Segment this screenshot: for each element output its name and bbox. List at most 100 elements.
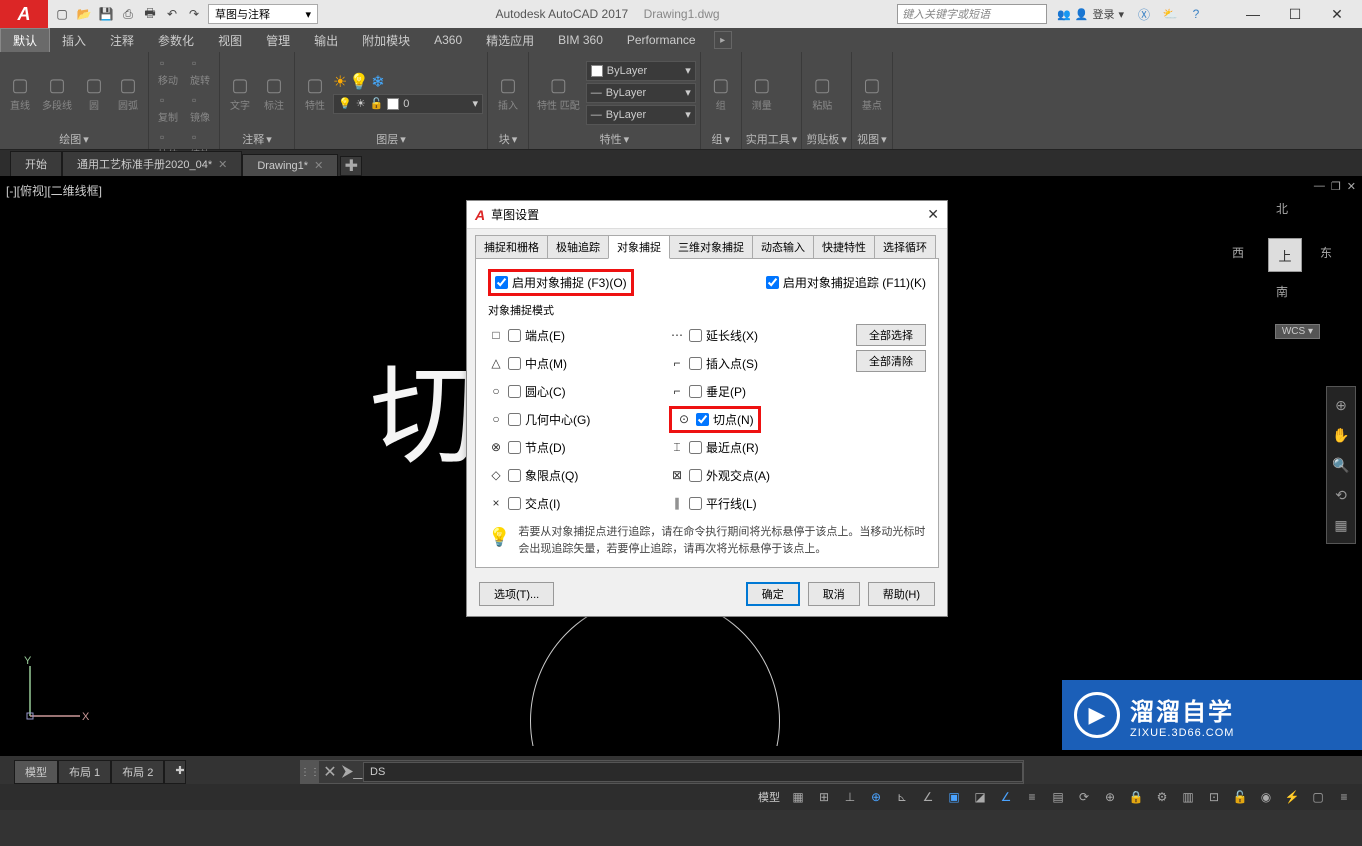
workspace-icon[interactable]: ⚙	[1150, 786, 1174, 808]
ribbon-panel-title[interactable]: 实用工具 ▾	[746, 131, 798, 147]
clear-all-button[interactable]: 全部清除	[856, 350, 926, 372]
snap-checkbox[interactable]: ⌐插入点(S)	[669, 355, 758, 372]
transparency-icon[interactable]: ▤	[1046, 786, 1070, 808]
dialog-tab-2[interactable]: 对象捕捉	[608, 235, 670, 259]
customize-icon[interactable]: ≡	[1332, 786, 1356, 808]
qat-redo-icon[interactable]: ↷	[184, 4, 204, 24]
ribbon-panel-title[interactable]: 组 ▾	[705, 131, 737, 147]
orbit-icon[interactable]: ⟲	[1329, 483, 1353, 507]
dialog-tab-1[interactable]: 极轴追踪	[547, 235, 609, 259]
cmd-handle-icon[interactable]: ⋮⋮	[301, 761, 319, 783]
layer-dropdown[interactable]: 💡☀🔓0▾	[333, 94, 483, 114]
doc-min-icon[interactable]: —	[1314, 180, 1325, 193]
menu-tab-0[interactable]: 默认	[0, 28, 50, 52]
lineweight-icon[interactable]: ≡	[1020, 786, 1044, 808]
file-tab-1[interactable]: 通用工艺标准手册2020_04*✕	[62, 151, 242, 176]
ribbon-panel-title[interactable]: 特性 ▾	[533, 131, 696, 147]
menu-tab-5[interactable]: 管理	[254, 28, 302, 52]
app-logo[interactable]: A	[0, 0, 48, 28]
ribbon-panel-title[interactable]: 块 ▾	[492, 131, 524, 147]
polar-icon[interactable]: ∠	[916, 786, 940, 808]
isolate-icon[interactable]: ◉	[1254, 786, 1278, 808]
snap-checkbox[interactable]: ⊠外观交点(A)	[669, 467, 770, 484]
snap-checkbox[interactable]: ○几何中心(G)	[488, 411, 590, 428]
viewcube-w[interactable]: 西	[1232, 244, 1244, 261]
osnap-icon[interactable]: ▣	[942, 786, 966, 808]
fullnav-icon[interactable]: ⊕	[1329, 393, 1353, 417]
grid-icon[interactable]: ▦	[786, 786, 810, 808]
ribbon-panel-title[interactable]: 视图 ▾	[856, 131, 888, 147]
snap-checkbox[interactable]: ⌐垂足(P)	[669, 383, 746, 400]
layout-tab-2[interactable]: 布局 2	[111, 760, 164, 784]
ribbon-btn[interactable]: ▢圆	[78, 59, 110, 127]
viewcube[interactable]: 北 南 东 西 上	[1232, 200, 1332, 300]
help-button[interactable]: 帮助(H)	[868, 582, 935, 606]
help-icon[interactable]: ?	[1186, 4, 1206, 24]
ribbon-btn[interactable]: ▢特性	[299, 59, 331, 127]
snap-checkbox[interactable]: ⋯延长线(X)	[669, 327, 758, 344]
menu-tab-2[interactable]: 注释	[98, 28, 146, 52]
login-button[interactable]: 👥 👤 登录 ▾	[1053, 6, 1128, 22]
snap-checkbox[interactable]: ⊗节点(D)	[488, 439, 566, 456]
infer-icon[interactable]: ⊥	[838, 786, 862, 808]
status-model[interactable]: 模型	[754, 789, 784, 805]
viewcube-face[interactable]: 上	[1268, 238, 1302, 272]
snap-checkbox[interactable]: ⌶最近点(R)	[669, 439, 759, 456]
menu-tab-11[interactable]: Performance	[615, 28, 708, 52]
viewcube-n[interactable]: 北	[1276, 200, 1288, 217]
ribbon-btn[interactable]: ▫移动	[153, 54, 183, 89]
file-tab-0[interactable]: 开始	[10, 151, 62, 176]
annoscale-icon[interactable]: 🔒	[1124, 786, 1148, 808]
command-input[interactable]: DS	[363, 762, 1023, 782]
close-button[interactable]: ✕	[1316, 2, 1358, 26]
ribbon-btn[interactable]: ▢直线	[4, 59, 36, 127]
lockui-icon[interactable]: 🔓	[1228, 786, 1252, 808]
maximize-button[interactable]: ☐	[1274, 2, 1316, 26]
units-icon[interactable]: ▥	[1176, 786, 1200, 808]
new-tab-button[interactable]: ✚	[340, 156, 362, 176]
qat-save-icon[interactable]: 💾	[96, 4, 116, 24]
cmd-recent-icon[interactable]: ⮞_	[341, 763, 363, 781]
menu-tab-6[interactable]: 输出	[302, 28, 350, 52]
ribbon-btn[interactable]: ▢组	[705, 59, 737, 127]
pan-icon[interactable]: ✋	[1329, 423, 1353, 447]
showmotion-icon[interactable]: ▦	[1329, 513, 1353, 537]
ribbon-panel-title[interactable]: 绘图 ▾	[4, 131, 144, 147]
ribbon-btn[interactable]: ▢插入	[492, 59, 524, 127]
qat-undo-icon[interactable]: ↶	[162, 4, 182, 24]
zoom-icon[interactable]: 🔍	[1329, 453, 1353, 477]
cmd-close-icon[interactable]: ✕	[319, 762, 341, 782]
ucs-icon[interactable]: Y X	[20, 656, 90, 726]
options-button[interactable]: 选项(T)...	[479, 582, 554, 606]
dynamic-input-icon[interactable]: ⊕	[864, 786, 888, 808]
ribbon-btn[interactable]: ▢测量	[746, 59, 778, 127]
qat-saveas-icon[interactable]: ⎙	[118, 4, 138, 24]
ribbon-btn[interactable]: ▫旋转	[185, 54, 215, 89]
ribbon-btn[interactable]: ▫复制	[153, 91, 183, 126]
viewcube-s[interactable]: 南	[1276, 283, 1288, 300]
cycling-icon[interactable]: ⟳	[1072, 786, 1096, 808]
ribbon-panel-title[interactable]: 剪贴板 ▾	[806, 131, 847, 147]
prop-dropdown-1[interactable]: —ByLayer▾	[586, 83, 696, 103]
dialog-tab-6[interactable]: 选择循环	[874, 235, 936, 259]
snap-checkbox[interactable]: ×交点(I)	[488, 495, 560, 512]
menu-tab-7[interactable]: 附加模块	[350, 28, 422, 52]
view-label[interactable]: [-][俯视][二维线框]	[6, 182, 102, 199]
snap-checkbox[interactable]: △中点(M)	[488, 355, 567, 372]
ribbon-panel-title[interactable]: 注释 ▾	[224, 131, 290, 147]
workspace-dropdown[interactable]: 草图与注释 ▾	[208, 4, 318, 24]
search-input[interactable]: 键入关键字或短语	[897, 4, 1047, 24]
layout-tab-1[interactable]: 布局 1	[58, 760, 111, 784]
dialog-tab-0[interactable]: 捕捉和栅格	[475, 235, 548, 259]
menu-overflow-icon[interactable]: ▸	[714, 31, 732, 49]
command-line[interactable]: ⋮⋮ ✕ ⮞_ DS	[300, 760, 1024, 784]
quickprops-icon[interactable]: ⊡	[1202, 786, 1226, 808]
enable-track-checkbox[interactable]: 启用对象捕捉追踪 (F11)(K)	[766, 274, 926, 291]
dialog-tab-3[interactable]: 三维对象捕捉	[669, 235, 753, 259]
dialog-close-button[interactable]: ✕	[927, 206, 939, 223]
ribbon-btn[interactable]: ▢多段线	[38, 59, 76, 127]
ribbon-btn[interactable]: ▢标注	[258, 59, 290, 127]
ribbon-btn[interactable]: ▢基点	[856, 59, 888, 127]
doc-close-icon[interactable]: ✕	[1347, 180, 1356, 193]
a360-icon[interactable]: ⛅	[1160, 4, 1180, 24]
